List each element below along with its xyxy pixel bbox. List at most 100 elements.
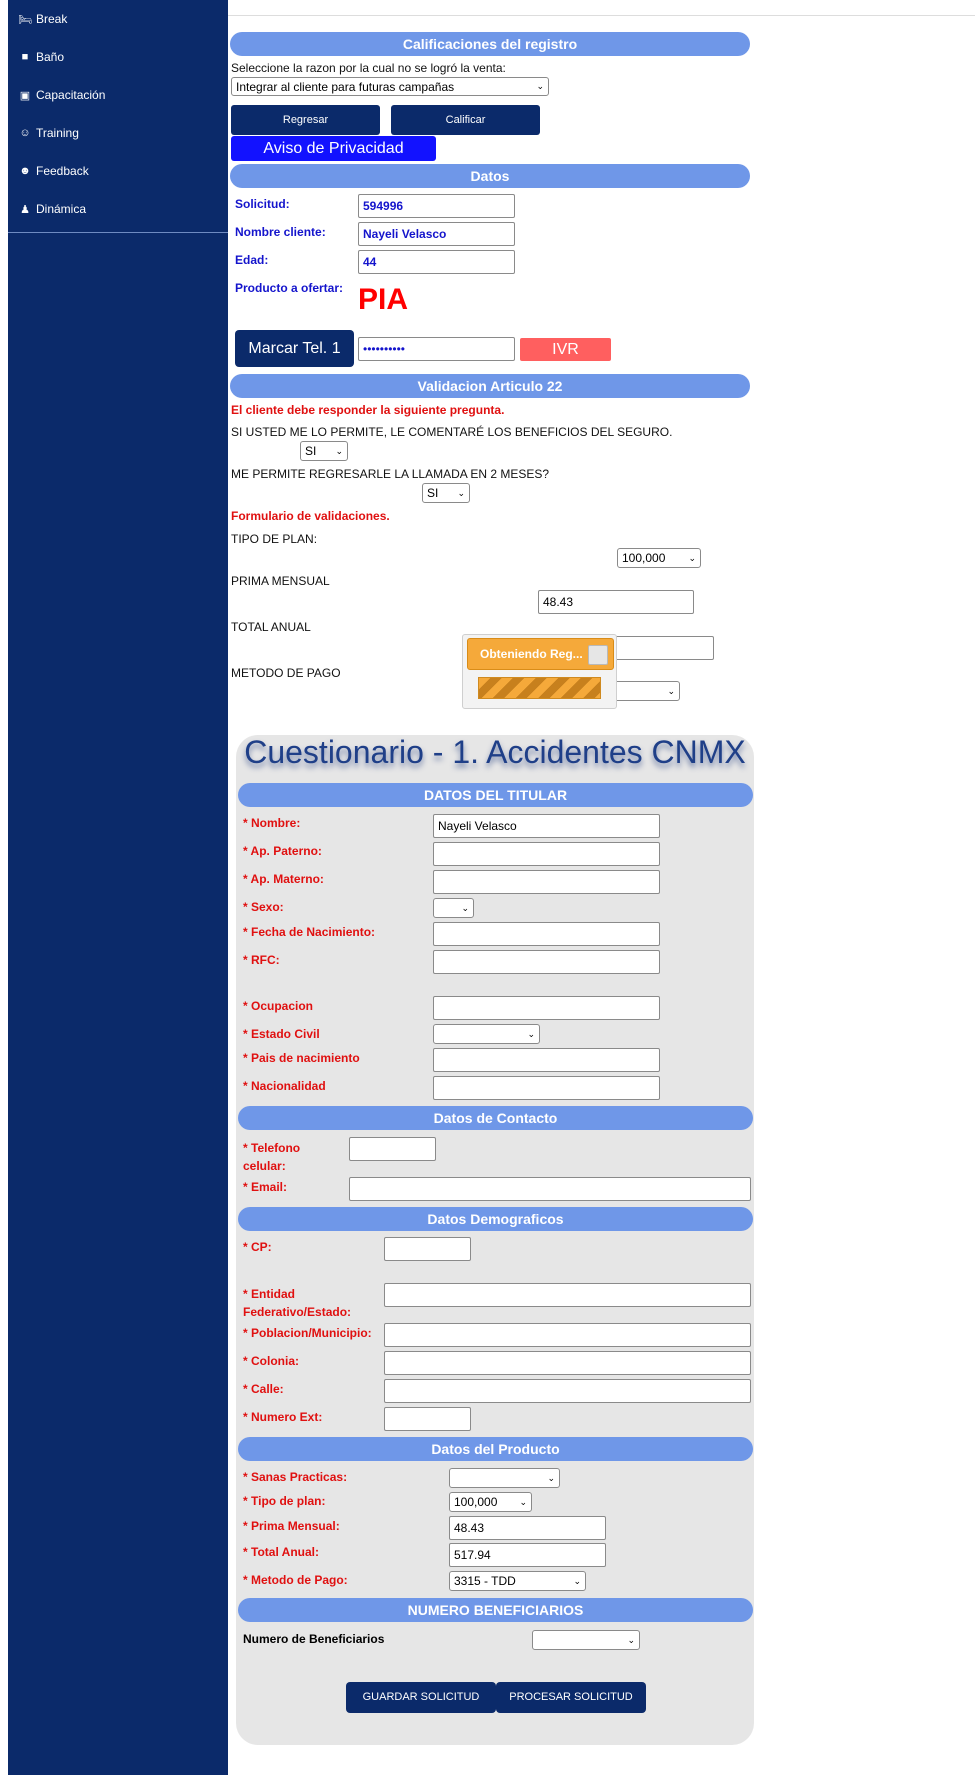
metodo-pago-producto-label: * Metodo de Pago: (243, 1573, 348, 1587)
sidebar-item-bano[interactable]: ■ Baño (8, 38, 228, 76)
metodo-pago-select[interactable]: ⌄ (609, 681, 680, 701)
solicitud-field[interactable] (358, 194, 515, 218)
metodo-pago-label: METODO DE PAGO (231, 666, 341, 680)
loading-progress-bar (478, 677, 601, 699)
contacto-header: Datos de Contacto (238, 1106, 753, 1130)
chevron-down-icon: ⌄ (688, 552, 696, 563)
edad-field[interactable] (358, 250, 515, 274)
prima-mensual-producto-field[interactable] (449, 1516, 606, 1540)
sanas-practicas-select[interactable]: ⌄ (449, 1468, 560, 1488)
tipo-plan-value: 100,000 (622, 551, 666, 565)
chevron-down-icon: ⌄ (573, 1575, 581, 1586)
ocupacion-field[interactable] (433, 996, 660, 1020)
beneficiarios-label: Numero de Beneficiarios (243, 1632, 385, 1646)
people-group-icon: ♟ (20, 203, 30, 216)
numero-ext-field[interactable] (384, 1407, 471, 1431)
total-anual-producto-label: * Total Anual: (243, 1545, 319, 1559)
sidebar-divider (8, 232, 228, 233)
pais-nacimiento-field[interactable] (433, 1048, 660, 1072)
chevron-down-icon: ⌄ (519, 1496, 527, 1507)
beneficiarios-header: NUMERO BENEFICIARIOS (238, 1598, 753, 1622)
nombre-cliente-label: Nombre cliente: (235, 225, 326, 239)
calle-label: * Calle: (243, 1382, 284, 1396)
total-anual-label: TOTAL ANUAL (231, 620, 311, 634)
top-divider (228, 15, 975, 16)
sexo-select[interactable]: ⌄ (433, 898, 474, 918)
sidebar-item-break[interactable]: 🛏︎ Break (8, 0, 228, 38)
telefono-label: * Telefono celular: (243, 1141, 301, 1173)
chevron-down-icon: ⌄ (667, 685, 675, 696)
tipo-plan-producto-value: 100,000 (454, 1495, 498, 1509)
metodo-pago-producto-value: 3315 - TDD (454, 1574, 516, 1588)
fecha-nacimiento-field[interactable] (433, 922, 660, 946)
people-talk-icon: ☻ (19, 165, 31, 177)
beneficiarios-select[interactable]: ⌄ (532, 1630, 640, 1650)
calificaciones-header: Calificaciones del registro (230, 32, 750, 56)
validacion-warning: El cliente debe responder la siguiente p… (231, 403, 505, 417)
loading-button[interactable]: Obteniendo Reg... (467, 638, 614, 670)
question-2-select[interactable]: SI ⌄ (422, 483, 470, 503)
poblacion-field[interactable] (384, 1323, 751, 1347)
procesar-solicitud-button[interactable]: PROCESAR SOLICITUD (496, 1682, 646, 1713)
ocupacion-label: * Ocupacion (243, 999, 314, 1013)
sexo-label: * Sexo: (243, 900, 284, 914)
estado-civil-label: * Estado Civil (243, 1027, 320, 1041)
question-2-value: SI (427, 486, 439, 500)
solicitud-label: Solicitud: (235, 197, 290, 211)
reason-select-value: Integrar al cliente para futuras campaña… (236, 79, 455, 94)
guardar-solicitud-button[interactable]: GUARDAR SOLICITUD (346, 1682, 496, 1713)
close-icon[interactable] (588, 645, 608, 665)
nombre-cliente-field[interactable] (358, 222, 515, 246)
email-field[interactable] (349, 1177, 751, 1201)
sidebar-item-dinamica[interactable]: ♟ Dinámica (8, 190, 228, 228)
cp-label: * CP: (243, 1240, 272, 1254)
ap-materno-field[interactable] (433, 870, 660, 894)
colonia-field[interactable] (384, 1351, 751, 1375)
sidebar-item-capacitacion[interactable]: ▣ Capacitación (8, 76, 228, 114)
total-anual-field[interactable] (610, 636, 714, 660)
people-icon: ☺ (19, 127, 31, 139)
metodo-pago-producto-select[interactable]: 3315 - TDD ⌄ (449, 1571, 586, 1591)
sidebar-item-label: Capacitación (36, 88, 106, 102)
chevron-down-icon: ⌄ (527, 1028, 535, 1039)
ivr-button[interactable]: IVR (520, 338, 611, 361)
prima-mensual-label: PRIMA MENSUAL (231, 574, 330, 588)
ap-paterno-label: * Ap. Paterno: (243, 844, 322, 858)
calle-field[interactable] (384, 1379, 751, 1403)
phone-field[interactable] (358, 337, 515, 361)
question-2: ME PERMITE REGRESARLE LA LLAMADA EN 2 ME… (231, 467, 550, 481)
chevron-down-icon: ⌄ (335, 445, 343, 456)
fecha-nacimiento-label: * Fecha de Nacimiento: (243, 925, 376, 939)
pais-nacimiento-label: * Pais de nacimiento (243, 1051, 360, 1065)
aviso-privacidad-button[interactable]: Aviso de Privacidad (231, 136, 436, 161)
estado-civil-select[interactable]: ⌄ (433, 1024, 540, 1044)
reason-select[interactable]: Integrar al cliente para futuras campaña… (231, 77, 549, 96)
marcar-tel-button[interactable]: Marcar Tel. 1 (235, 330, 354, 367)
rfc-field[interactable] (433, 950, 660, 974)
regresar-button[interactable]: Regresar (231, 105, 380, 135)
titular-header: DATOS DEL TITULAR (238, 783, 753, 807)
sidebar-item-training[interactable]: ☺ Training (8, 114, 228, 152)
sidebar-item-feedback[interactable]: ☻ Feedback (8, 152, 228, 190)
entidad-label: * Entidad Federativo/Estado: (243, 1287, 352, 1319)
question-1-select[interactable]: SI ⌄ (300, 441, 348, 461)
telefono-field[interactable] (349, 1137, 436, 1161)
tipo-plan-producto-select[interactable]: 100,000 ⌄ (449, 1492, 532, 1512)
edad-label: Edad: (235, 253, 269, 267)
nombre-label: * Nombre: (243, 816, 301, 830)
chevron-down-icon: ⌄ (547, 1472, 555, 1483)
loading-label: Obteniendo Reg... (480, 647, 583, 661)
calificar-button[interactable]: Calificar (391, 105, 540, 135)
chevron-down-icon: ⌄ (457, 487, 465, 498)
producto-value: PIA (358, 283, 409, 316)
nombre-field[interactable] (433, 814, 660, 838)
sanas-practicas-label: * Sanas Practicas: (243, 1470, 348, 1484)
tipo-plan-select[interactable]: 100,000 ⌄ (617, 548, 701, 568)
nacionalidad-field[interactable] (433, 1076, 660, 1100)
cp-field[interactable] (384, 1237, 471, 1261)
numero-ext-label: * Numero Ext: (243, 1410, 323, 1424)
ap-paterno-field[interactable] (433, 842, 660, 866)
entidad-field[interactable] (384, 1283, 751, 1307)
total-anual-producto-field[interactable] (449, 1543, 606, 1567)
prima-mensual-field[interactable] (538, 590, 694, 614)
